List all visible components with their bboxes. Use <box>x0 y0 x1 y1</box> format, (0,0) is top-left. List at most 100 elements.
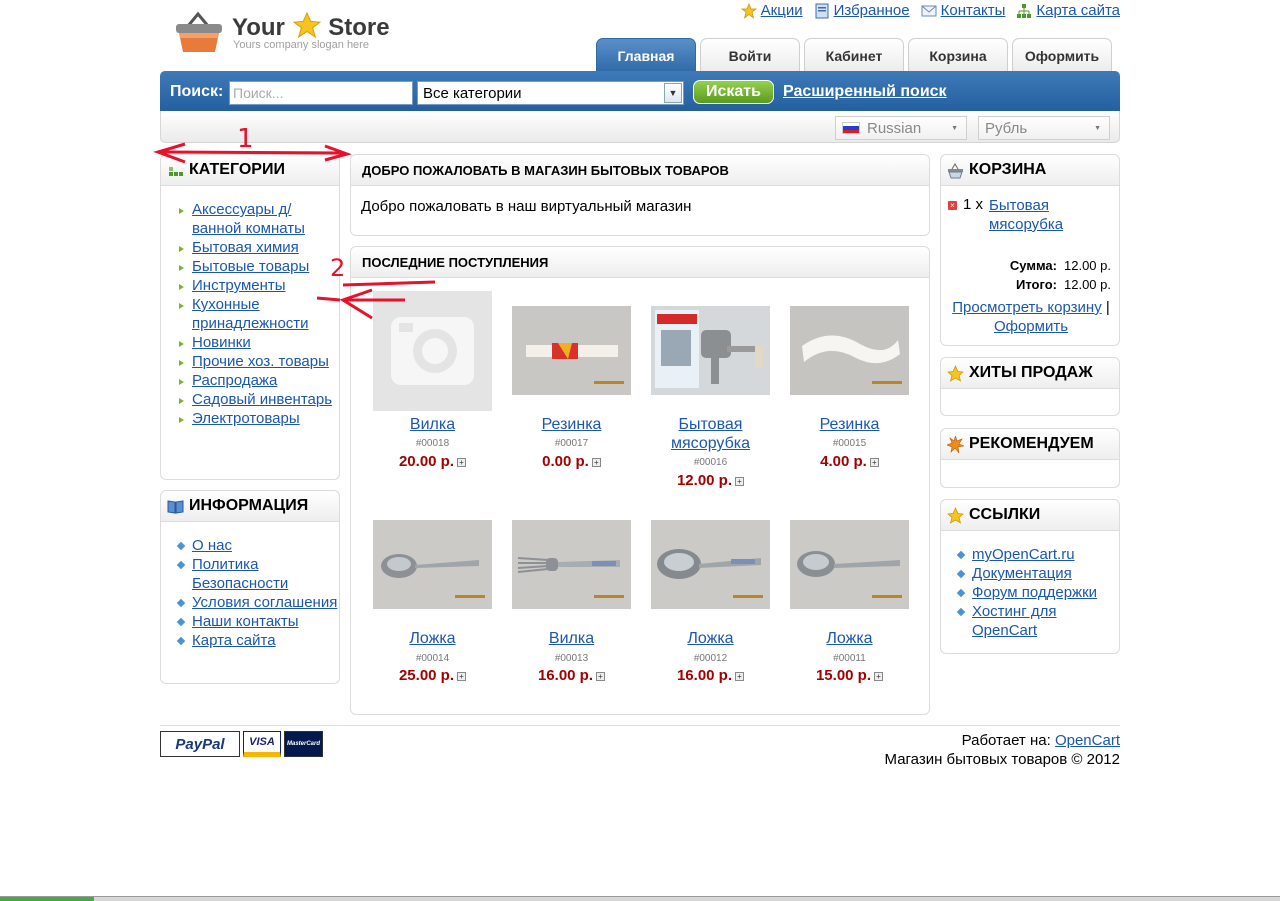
tab-cart[interactable]: Корзина <box>908 38 1008 72</box>
language-select[interactable]: Russian ▼ <box>835 116 967 140</box>
list-item[interactable]: Карта сайта <box>177 631 339 650</box>
tab-home[interactable]: Главная <box>596 38 696 72</box>
add-to-cart-icon[interactable]: + <box>596 672 606 681</box>
bestsellers-header: ХИТЫ ПРОДАЖ <box>941 358 1119 389</box>
logo-title: Your Store <box>232 12 390 41</box>
add-to-cart-icon[interactable]: + <box>874 672 884 681</box>
product-name[interactable]: Бытовая мясорубка <box>641 415 780 453</box>
grid-icon <box>169 166 183 176</box>
elastic-band-photo-icon <box>512 306 631 395</box>
meat-grinder-photo-icon <box>651 306 770 395</box>
view-cart-link[interactable]: Просмотреть корзину <box>952 299 1102 316</box>
product-image[interactable] <box>512 306 631 395</box>
cart-item-qty: 1 x <box>963 196 984 213</box>
product-name[interactable]: Ложка <box>780 629 919 648</box>
add-to-cart-icon[interactable]: + <box>735 672 745 681</box>
list-item[interactable]: Аксессуары д/ ванной комнаты <box>177 200 339 238</box>
cart-total: Итого: 12.00 р. <box>1016 277 1111 292</box>
elastic-band-photo-icon <box>790 306 909 395</box>
product-image[interactable] <box>651 306 770 395</box>
search-button[interactable]: Искать <box>693 80 774 104</box>
cart-header: КОРЗИНА <box>941 155 1119 186</box>
product-image[interactable] <box>373 291 492 411</box>
welcome-box: ДОБРО ПОЖАЛОВАТЬ В МАГАЗИН БЫТОВЫХ ТОВАР… <box>350 154 930 236</box>
start-button[interactable] <box>0 897 94 901</box>
list-item[interactable]: Бытовые товары <box>177 257 339 276</box>
advanced-search-link[interactable]: Расширенный поиск <box>783 83 947 101</box>
top-link-specials[interactable]: Акции <box>740 2 803 19</box>
product-name[interactable]: Ложка <box>363 629 502 648</box>
currency-value: Рубль <box>985 119 1028 137</box>
russia-flag-icon <box>842 122 860 134</box>
top-link-wishlist[interactable]: Избранное <box>814 2 910 19</box>
logo-slogan: Yours company slogan here <box>233 39 369 51</box>
list-item[interactable]: myOpenCart.ru <box>957 545 1119 564</box>
information-list: О нас Политика Безопасности Условия согл… <box>161 522 339 650</box>
list-item[interactable]: Политика Безопасности <box>177 555 339 593</box>
top-links: Акции Избранное Контакты Карта сайта <box>740 2 1120 19</box>
product-image[interactable] <box>651 520 770 609</box>
list-item[interactable]: Садовый инвентарь <box>177 390 339 409</box>
product-name[interactable]: Резинка <box>780 415 919 434</box>
product-image[interactable] <box>790 520 909 609</box>
product-name[interactable]: Вилка <box>502 629 641 648</box>
product-name[interactable]: Вилка <box>363 415 502 434</box>
remove-icon[interactable]: × <box>948 201 957 210</box>
chevron-down-icon: ▼ <box>1094 125 1101 132</box>
list-item[interactable]: Условия соглашения <box>177 593 339 612</box>
top-link-sitemap[interactable]: Карта сайта <box>1016 2 1120 19</box>
store-logo[interactable]: Your Store Yours company slogan here <box>174 8 404 58</box>
welcome-header: ДОБРО ПОЖАЛОВАТЬ В МАГАЗИН БЫТОВЫХ ТОВАР… <box>351 155 929 186</box>
currency-select[interactable]: Рубль ▼ <box>978 116 1110 140</box>
information-header: ИНФОРМАЦИЯ <box>161 491 339 522</box>
mastercard-logo: MasterCard <box>284 731 323 757</box>
add-to-cart-icon[interactable]: + <box>457 458 467 467</box>
taskbar <box>0 896 1280 901</box>
category-select[interactable]: Все категории ▼ <box>417 81 684 105</box>
list-item[interactable]: Инструменты <box>177 276 339 295</box>
list-item[interactable]: Хостинг для OpenCart <box>957 602 1119 640</box>
product-price: 25.00 р. + <box>363 667 502 684</box>
product-image[interactable] <box>512 520 631 609</box>
checkout-link[interactable]: Оформить <box>994 318 1068 335</box>
product-name[interactable]: Резинка <box>502 415 641 434</box>
welcome-text: Добро пожаловать в наш виртуальный магаз… <box>361 198 692 215</box>
product-sku: #00011 <box>833 653 866 664</box>
add-to-cart-icon[interactable]: + <box>869 458 879 467</box>
search-input[interactable] <box>229 81 413 105</box>
list-item[interactable]: Бытовая химия <box>177 238 339 257</box>
cart-actions: Просмотреть корзину | Оформить <box>952 299 1110 335</box>
list-item[interactable]: Форум поддержки <box>957 583 1119 602</box>
tab-login[interactable]: Войти <box>700 38 800 72</box>
top-link-contacts[interactable]: Контакты <box>921 2 1005 19</box>
product-sku: #00016 <box>693 457 728 468</box>
list-item[interactable]: Наши контакты <box>177 612 339 631</box>
chevron-down-icon[interactable]: ▼ <box>664 83 682 103</box>
product-image[interactable] <box>790 306 909 395</box>
list-item[interactable]: О нас <box>177 536 339 555</box>
language-value: Russian <box>867 119 922 137</box>
add-to-cart-icon[interactable]: + <box>457 672 467 681</box>
product-name[interactable]: Ложка <box>641 629 780 648</box>
list-item[interactable]: Распродажа <box>177 371 339 390</box>
featured-box: РЕКОМЕНДУЕМ <box>940 428 1120 488</box>
tab-checkout[interactable]: Оформить <box>1012 38 1112 72</box>
bestsellers-box: ХИТЫ ПРОДАЖ <box>940 357 1120 416</box>
tab-account[interactable]: Кабинет <box>804 38 904 72</box>
mail-icon <box>921 5 937 16</box>
add-to-cart-icon[interactable]: + <box>591 458 601 467</box>
list-item[interactable]: Кухонные принадлежности <box>177 295 339 333</box>
list-item[interactable]: Документация <box>957 564 1119 583</box>
list-item[interactable]: Новинки <box>177 333 339 352</box>
cart-item-name[interactable]: Бытовая мясорубка <box>989 196 1079 234</box>
fork-photo-icon <box>512 520 631 609</box>
list-item[interactable]: Электротовары <box>177 409 339 428</box>
star-icon <box>947 364 964 382</box>
basket-icon <box>176 11 222 52</box>
list-item[interactable]: Прочие хоз. товары <box>177 352 339 371</box>
add-to-cart-icon[interactable]: + <box>735 477 745 486</box>
opencart-link[interactable]: OpenCart <box>1055 732 1120 749</box>
product-image[interactable] <box>373 520 492 609</box>
product-price: 15.00 р. + <box>780 667 919 684</box>
product-sku: #00014 <box>415 653 450 664</box>
